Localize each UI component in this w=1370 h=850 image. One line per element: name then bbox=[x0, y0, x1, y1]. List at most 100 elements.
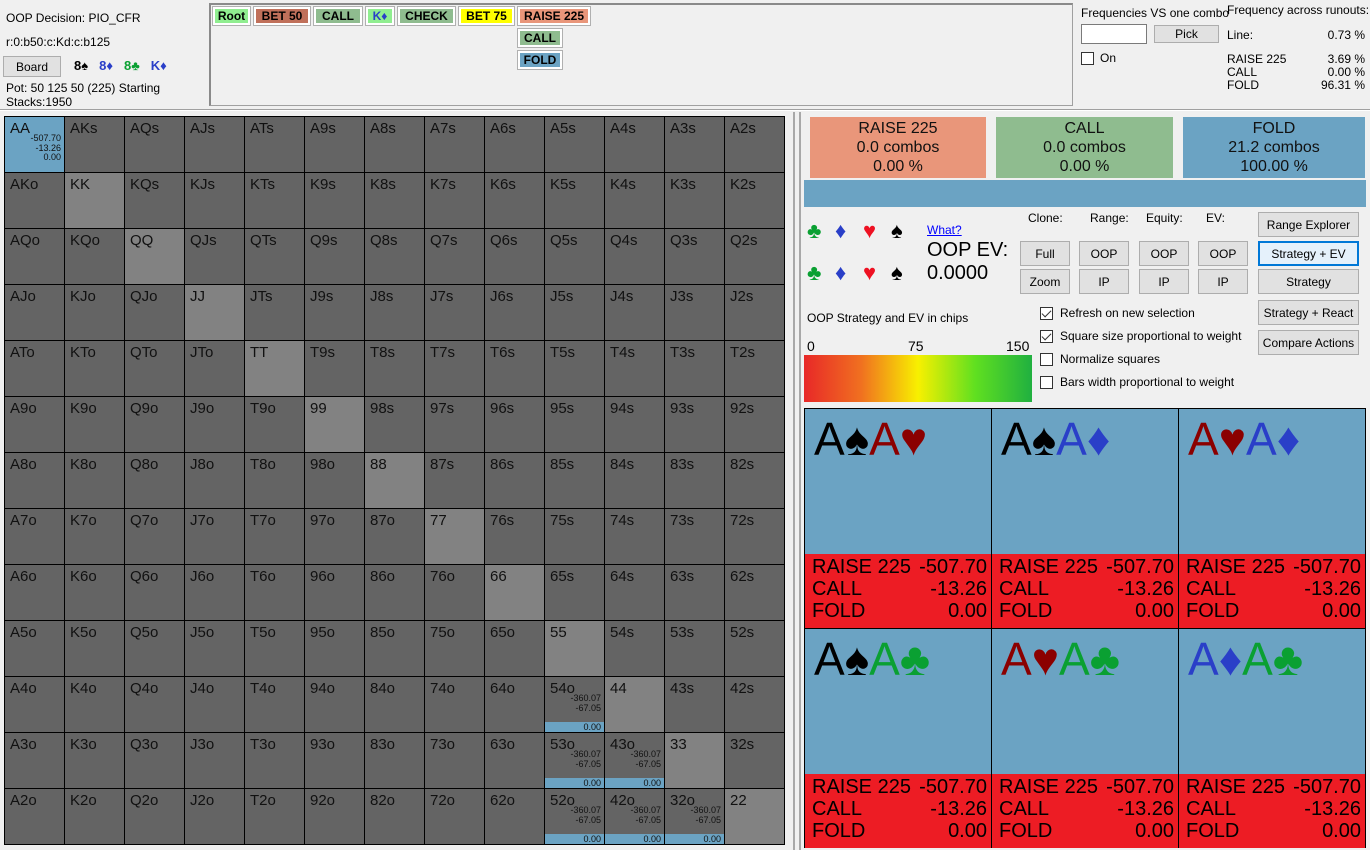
hand-cell-T8o[interactable]: T8o bbox=[245, 453, 305, 509]
checkbox[interactable] bbox=[1040, 375, 1053, 389]
strategy-react-button[interactable]: Strategy + React bbox=[1258, 300, 1359, 325]
hand-cell-J4s[interactable]: J4s bbox=[605, 285, 665, 341]
diamond-icon[interactable]: ♦ bbox=[835, 220, 846, 242]
hand-cell-96o[interactable]: 96o bbox=[305, 565, 365, 621]
hand-cell-93o[interactable]: 93o bbox=[305, 733, 365, 789]
hand-cell-95o[interactable]: 95o bbox=[305, 621, 365, 677]
hand-cell-77[interactable]: 77 bbox=[425, 509, 485, 565]
hand-cell-K5o[interactable]: K5o bbox=[65, 621, 125, 677]
hand-cell-ATs[interactable]: ATs bbox=[245, 117, 305, 173]
hand-cell-T6s[interactable]: T6s bbox=[485, 341, 545, 397]
hand-cell-A4s[interactable]: A4s bbox=[605, 117, 665, 173]
hand-cell-J7s[interactable]: J7s bbox=[425, 285, 485, 341]
hand-cell-A2s[interactable]: A2s bbox=[725, 117, 785, 173]
hand-cell-32s[interactable]: 32s bbox=[725, 733, 785, 789]
hand-cell-75o[interactable]: 75o bbox=[425, 621, 485, 677]
hand-cell-63s[interactable]: 63s bbox=[665, 565, 725, 621]
hand-cell-72s[interactable]: 72s bbox=[725, 509, 785, 565]
hand-cell-T4o[interactable]: T4o bbox=[245, 677, 305, 733]
hand-cell-A7s[interactable]: A7s bbox=[425, 117, 485, 173]
hand-cell-54s[interactable]: 54s bbox=[605, 621, 665, 677]
hand-cell-K2s[interactable]: K2s bbox=[725, 173, 785, 229]
hand-cell-JJ[interactable]: JJ bbox=[185, 285, 245, 341]
hand-cell-Q6o[interactable]: Q6o bbox=[125, 565, 185, 621]
hand-cell-K6o[interactable]: K6o bbox=[65, 565, 125, 621]
hand-cell-84s[interactable]: 84s bbox=[605, 453, 665, 509]
hand-cell-52o[interactable]: 52o -360.07 -67.05 0.00 bbox=[545, 789, 605, 845]
hand-cell-J6o[interactable]: J6o bbox=[185, 565, 245, 621]
range-explorer-button[interactable]: Range Explorer bbox=[1258, 212, 1359, 237]
tree-child-call[interactable]: CALL bbox=[517, 28, 563, 48]
hand-cell-98s[interactable]: 98s bbox=[365, 397, 425, 453]
hand-cell-92s[interactable]: 92s bbox=[725, 397, 785, 453]
combo-tile-Aspade-Aclub[interactable]: A♠A♣ RAISE 225 -507.70 CALL -13.26 FOLD 0.00 bbox=[805, 629, 991, 848]
hand-cell-Q7s[interactable]: Q7s bbox=[425, 229, 485, 285]
hand-cell-A5s[interactable]: A5s bbox=[545, 117, 605, 173]
heart-icon[interactable]: ♥ bbox=[863, 220, 876, 242]
hand-cell-55[interactable]: 55 bbox=[545, 621, 605, 677]
hand-cell-T3o[interactable]: T3o bbox=[245, 733, 305, 789]
hand-cell-A9s[interactable]: A9s bbox=[305, 117, 365, 173]
hand-cell-Q5o[interactable]: Q5o bbox=[125, 621, 185, 677]
hand-cell-65o[interactable]: 65o bbox=[485, 621, 545, 677]
hand-cell-94o[interactable]: 94o bbox=[305, 677, 365, 733]
strategy-ev-button[interactable]: Strategy + EV bbox=[1258, 241, 1359, 266]
hand-cell-T2s[interactable]: T2s bbox=[725, 341, 785, 397]
hand-cell-83s[interactable]: 83s bbox=[665, 453, 725, 509]
combo-tile-Aspade-Aheart[interactable]: A♠A♥ RAISE 225 -507.70 CALL -13.26 FOLD 0.00 bbox=[805, 409, 991, 628]
hand-cell-T9o[interactable]: T9o bbox=[245, 397, 305, 453]
hand-cell-42o[interactable]: 42o -360.07 -67.05 0.00 bbox=[605, 789, 665, 845]
hand-cell-A7o[interactable]: A7o bbox=[5, 509, 65, 565]
hand-cell-QTs[interactable]: QTs bbox=[245, 229, 305, 285]
hand-cell-J3s[interactable]: J3s bbox=[665, 285, 725, 341]
combo-tile-Adiamond-Aclub[interactable]: A♦A♣ RAISE 225 -507.70 CALL -13.26 FOLD 0.00 bbox=[1179, 629, 1365, 848]
hand-cell-84o[interactable]: 84o bbox=[365, 677, 425, 733]
hand-cell-92o[interactable]: 92o bbox=[305, 789, 365, 845]
hand-cell-85s[interactable]: 85s bbox=[545, 453, 605, 509]
hand-cell-J3o[interactable]: J3o bbox=[185, 733, 245, 789]
tree-node-k-[interactable]: K♦ bbox=[365, 6, 395, 26]
hand-cell-KJo[interactable]: KJo bbox=[65, 285, 125, 341]
hand-cell-K7o[interactable]: K7o bbox=[65, 509, 125, 565]
heart-icon[interactable]: ♥ bbox=[863, 262, 876, 284]
hand-cell-85o[interactable]: 85o bbox=[365, 621, 425, 677]
hand-cell-J9o[interactable]: J9o bbox=[185, 397, 245, 453]
hand-cell-KTs[interactable]: KTs bbox=[245, 173, 305, 229]
hand-cell-43s[interactable]: 43s bbox=[665, 677, 725, 733]
hand-cell-A9o[interactable]: A9o bbox=[5, 397, 65, 453]
hand-cell-Q8s[interactable]: Q8s bbox=[365, 229, 425, 285]
hand-cell-44[interactable]: 44 bbox=[605, 677, 665, 733]
hand-cell-86s[interactable]: 86s bbox=[485, 453, 545, 509]
hand-cell-88[interactable]: 88 bbox=[365, 453, 425, 509]
hand-cell-T7s[interactable]: T7s bbox=[425, 341, 485, 397]
hand-cell-QJs[interactable]: QJs bbox=[185, 229, 245, 285]
hand-cell-Q7o[interactable]: Q7o bbox=[125, 509, 185, 565]
hand-cell-A8s[interactable]: A8s bbox=[365, 117, 425, 173]
hand-cell-J2o[interactable]: J2o bbox=[185, 789, 245, 845]
hand-cell-A5o[interactable]: A5o bbox=[5, 621, 65, 677]
action-summary-raise-225[interactable]: RAISE 225 0.0 combos 0.00 % bbox=[810, 117, 986, 178]
hand-cell-82s[interactable]: 82s bbox=[725, 453, 785, 509]
hand-cell-J9s[interactable]: J9s bbox=[305, 285, 365, 341]
spade-icon[interactable]: ♠ bbox=[891, 262, 903, 284]
hand-cell-74s[interactable]: 74s bbox=[605, 509, 665, 565]
hand-cell-KTo[interactable]: KTo bbox=[65, 341, 125, 397]
clone-full-button[interactable]: Full bbox=[1020, 241, 1070, 266]
hand-cell-J6s[interactable]: J6s bbox=[485, 285, 545, 341]
hand-cell-AA[interactable]: AA -507.70 -13.26 0.00 bbox=[5, 117, 65, 173]
action-summary-call[interactable]: CALL 0.0 combos 0.00 % bbox=[996, 117, 1173, 178]
hand-cell-87s[interactable]: 87s bbox=[425, 453, 485, 509]
hand-cell-Q4s[interactable]: Q4s bbox=[605, 229, 665, 285]
tree-node-check[interactable]: CHECK bbox=[397, 6, 456, 26]
hand-cell-64s[interactable]: 64s bbox=[605, 565, 665, 621]
hand-cell-KK[interactable]: KK bbox=[65, 173, 125, 229]
tree-node-raise-225[interactable]: RAISE 225 bbox=[517, 6, 591, 26]
hand-cell-T4s[interactable]: T4s bbox=[605, 341, 665, 397]
hand-cell-TT[interactable]: TT bbox=[245, 341, 305, 397]
hand-cell-K8s[interactable]: K8s bbox=[365, 173, 425, 229]
hand-cell-82o[interactable]: 82o bbox=[365, 789, 425, 845]
hand-cell-62o[interactable]: 62o bbox=[485, 789, 545, 845]
hand-cell-K3s[interactable]: K3s bbox=[665, 173, 725, 229]
option-bars-width-proportional-to-weight[interactable]: Bars width proportional to weight bbox=[1040, 375, 1234, 389]
hand-cell-KQs[interactable]: KQs bbox=[125, 173, 185, 229]
